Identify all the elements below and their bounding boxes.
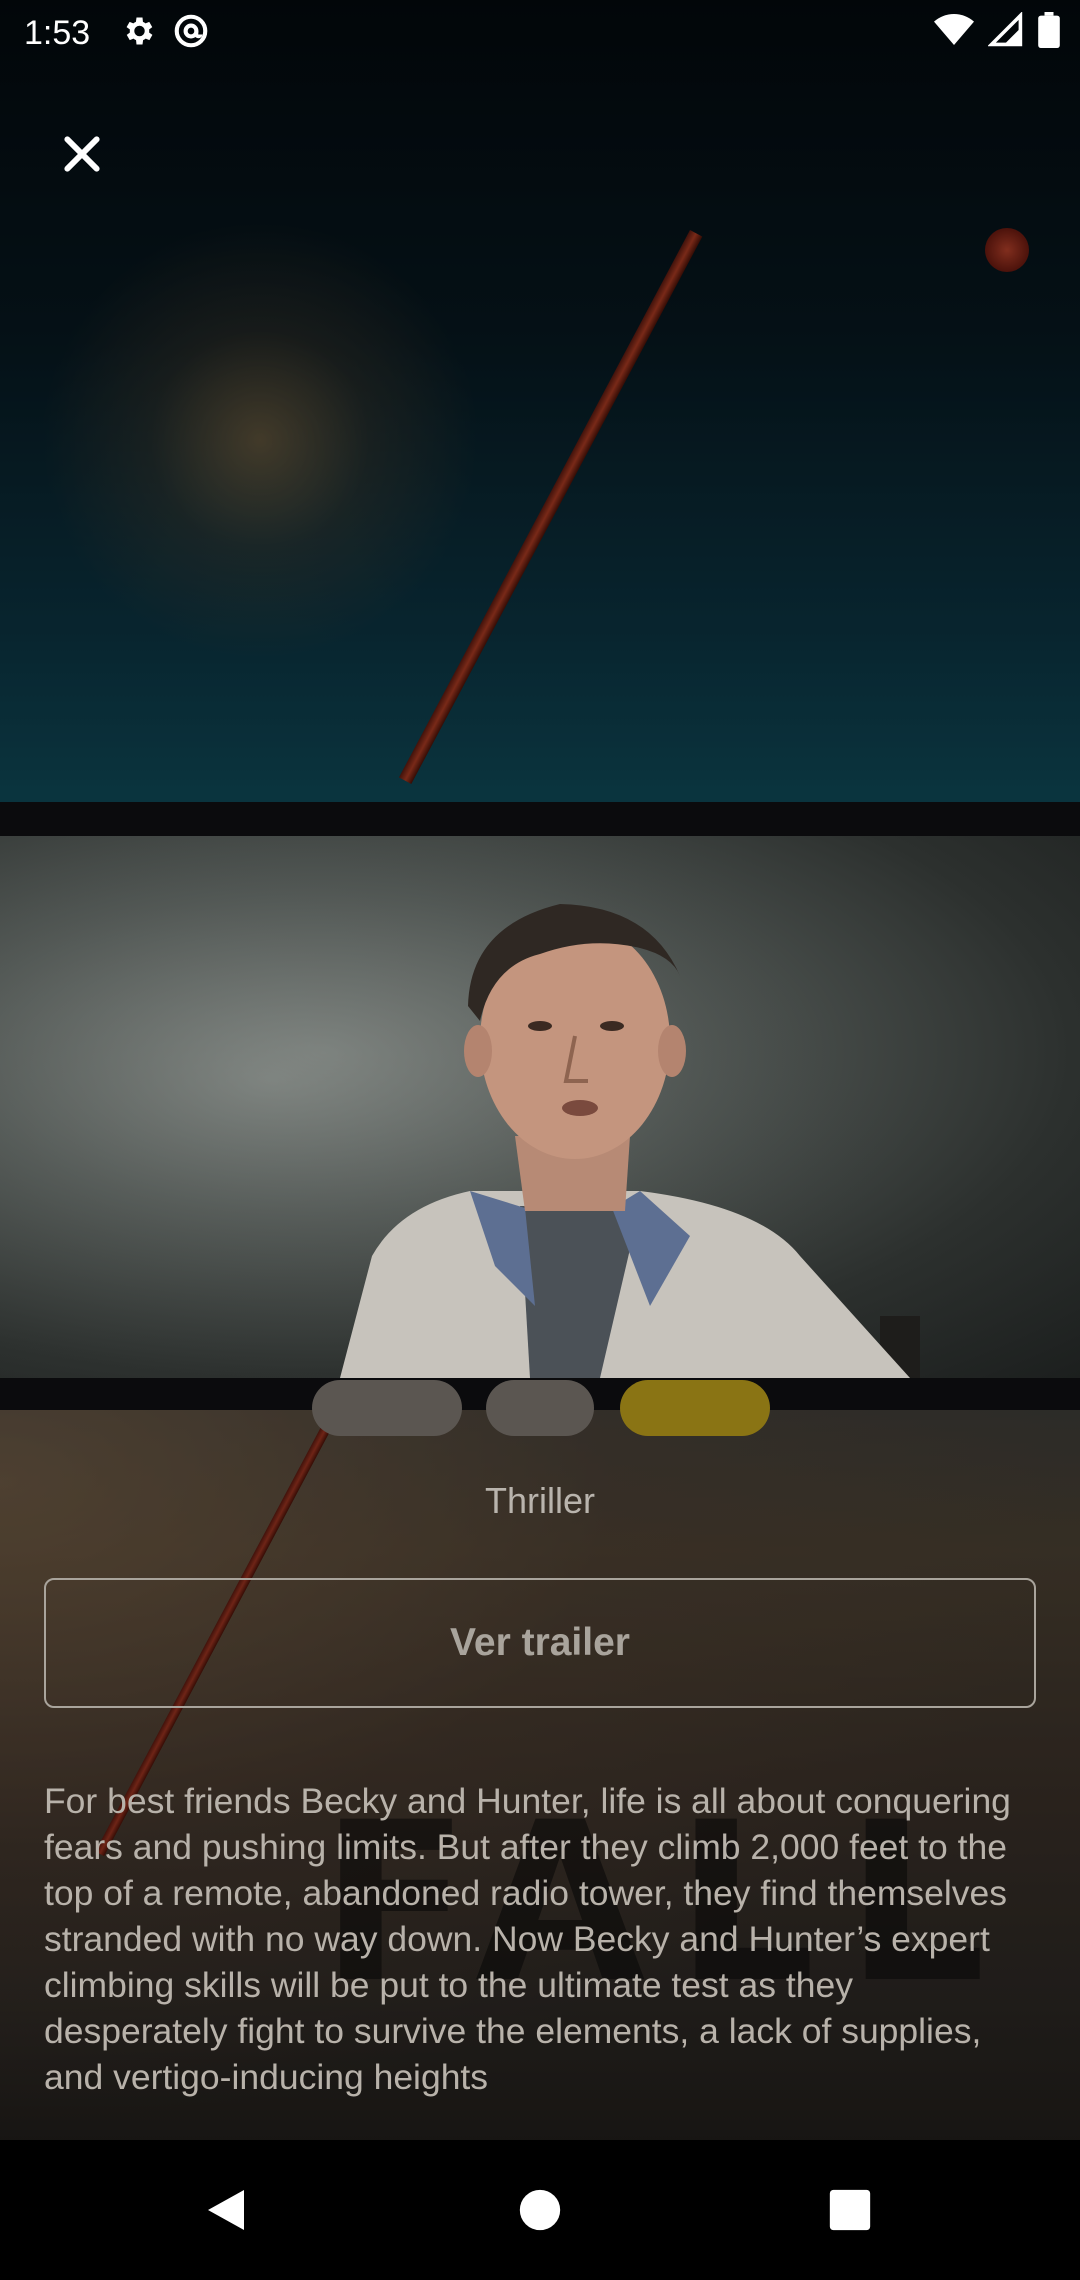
at-sign-icon [172, 12, 210, 55]
video-person-illustration [0, 836, 1080, 1378]
nav-back-button[interactable] [196, 2180, 256, 2240]
wifi-icon [934, 12, 974, 53]
movie-genre: Thriller [484, 1480, 595, 1521]
info-chip [312, 1380, 462, 1436]
status-time: 1:53 [24, 13, 91, 52]
home-circle-icon [519, 2189, 561, 2231]
video-player[interactable] [0, 802, 1080, 1410]
settings-icon [120, 13, 156, 54]
nav-home-button[interactable] [510, 2180, 570, 2240]
movie-synopsis: For best friends Becky and Hunter, life … [44, 1781, 1011, 2097]
rating-chip [620, 1380, 770, 1436]
signal-icon [987, 11, 1024, 53]
video-frame [0, 836, 1080, 1378]
battery-icon [1038, 12, 1060, 53]
watch-trailer-button[interactable]: Ver trailer [44, 1578, 1036, 1708]
close-icon [64, 136, 100, 172]
recents-square-icon [829, 2189, 871, 2231]
info-chip [486, 1380, 594, 1436]
back-triangle-icon [208, 2190, 244, 2230]
close-button[interactable] [40, 112, 124, 196]
status-bar: 1:53 [0, 0, 1080, 66]
navigation-bar [0, 2140, 1080, 2280]
nav-recents-button[interactable] [820, 2180, 880, 2240]
